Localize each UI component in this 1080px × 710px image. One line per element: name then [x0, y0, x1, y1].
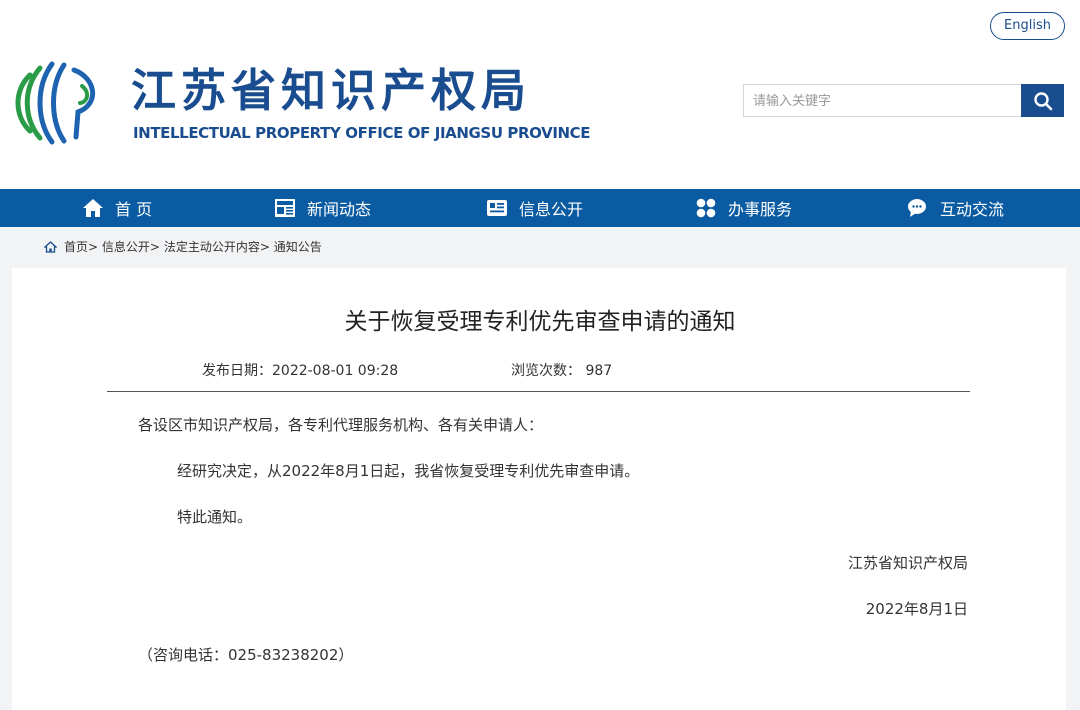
home-icon — [83, 199, 103, 217]
article-contact: （咨询电话：025-83238202） — [138, 646, 354, 664]
nav-label-interact: 互动交流 — [940, 200, 1005, 219]
publish-label: 发布日期： — [202, 363, 272, 379]
home-icon — [44, 240, 57, 253]
service-icon — [696, 198, 716, 218]
title-divider — [107, 391, 970, 392]
views-label: 浏览次数： — [511, 363, 581, 379]
chat-icon — [908, 199, 926, 217]
breadcrumb-statutory[interactable]: 法定主动公开内容 — [164, 238, 260, 255]
views-value: 987 — [585, 363, 613, 379]
breadcrumb: 首页 > 信息公开 > 法定主动公开内容 > 通知公告 — [44, 238, 322, 255]
nav-label-service: 办事服务 — [728, 200, 793, 219]
english-button[interactable]: English — [990, 12, 1065, 40]
publish-date: 发布日期：2022-08-01 09:28 — [202, 360, 398, 380]
nav-item-home[interactable]: 首 页 — [82, 189, 152, 227]
nav-label-info: 信息公开 — [519, 200, 584, 219]
org-name-cn: 江苏省知识产权局 — [131, 64, 532, 117]
org-name-en: INTELLECTUAL PROPERTY OFFICE OF JIANGSU … — [133, 124, 591, 142]
nav-item-news[interactable]: 新闻动态 — [274, 189, 371, 227]
nav-item-service[interactable]: 办事服务 — [695, 189, 792, 227]
search-icon — [1033, 91, 1052, 110]
breadcrumb-notices[interactable]: 通知公告 — [274, 238, 322, 255]
breadcrumb-home[interactable]: 首页 — [64, 238, 88, 255]
article-body: 经研究决定，从2022年8月1日起，我省恢复受理专利优先审查申请。 — [177, 462, 640, 480]
breadcrumb-separator: > — [259, 239, 270, 254]
article-signature: 江苏省知识产权局 — [847, 554, 968, 572]
nav-item-interact[interactable]: 互动交流 — [907, 189, 1004, 227]
nav-label-news: 新闻动态 — [307, 200, 372, 219]
nav-label-home: 首 页 — [115, 200, 153, 219]
site-header: English 江苏省知识产权局 INTELLECTUAL PROPERTY O… — [0, 0, 1080, 189]
nav-item-info[interactable]: 信息公开 — [486, 189, 583, 227]
publish-date-value: 2022-08-01 09:28 — [272, 363, 399, 379]
article-sign-date: 2022年8月1日 — [865, 600, 968, 618]
search-input[interactable] — [743, 84, 1021, 117]
search-button[interactable] — [1021, 84, 1064, 117]
article-closing: 特此通知。 — [177, 508, 253, 526]
view-count: 浏览次数： 987 — [511, 360, 612, 380]
main-nav: 首 页 新闻动态 信息公开 办事服务 互动交流 — [0, 189, 1080, 227]
breadcrumb-separator: > — [149, 239, 160, 254]
breadcrumb-separator: > — [88, 239, 99, 254]
news-icon — [275, 199, 295, 217]
info-icon — [487, 200, 507, 216]
article-title: 关于恢复受理专利优先审查申请的通知 — [344, 309, 736, 335]
article-salutation: 各设区市知识产权局，各专利代理服务机构、各有关申请人： — [138, 416, 544, 434]
breadcrumb-info-open[interactable]: 信息公开 — [102, 238, 150, 255]
jiangsu-ipo-emblem-icon[interactable] — [10, 58, 100, 148]
